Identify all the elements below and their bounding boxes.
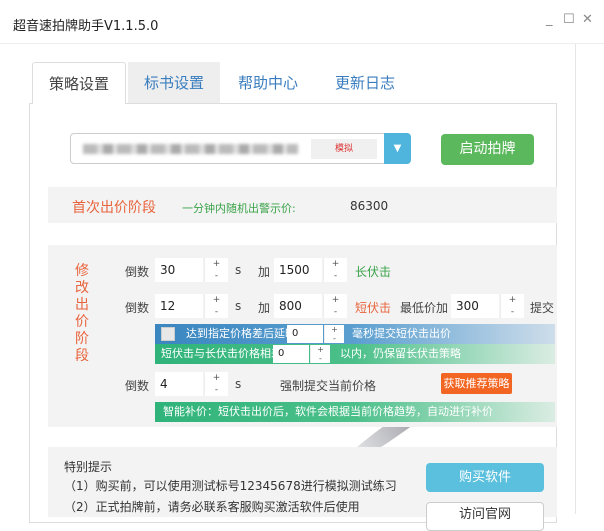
tab-bid-settings[interactable]: 标书设置 (128, 62, 220, 104)
chevron-down-icon[interactable]: ▼ (384, 133, 411, 164)
unit-label: s (235, 377, 242, 391)
diff-stepper[interactable]: + - (310, 345, 330, 363)
add-label: 加 (258, 301, 271, 315)
min-add-input[interactable]: 300 (451, 294, 499, 318)
tab-help[interactable]: 帮助中心 (228, 62, 308, 104)
stepper-2[interactable]: + - (323, 258, 347, 282)
title-bar: 超音速拍牌助手V1.1.5.0 _ ☐ ✕ (0, 0, 604, 44)
minus-button[interactable]: - (205, 306, 228, 318)
min-add-label: 最低价加 (400, 301, 449, 315)
submit-label: 提交 (530, 301, 555, 315)
warning-price: 86300 (350, 199, 389, 213)
account-select[interactable]: 模拟 ▼ (70, 133, 411, 164)
plus-button[interactable]: + (324, 258, 347, 270)
force-submit-label: 强制提交当前价格 (280, 379, 377, 393)
smart-bid-bar: 智能补价：短伏击出价后，软件会根据当前价格趋势，自动进行补价 (155, 402, 555, 422)
delay-input[interactable]: 0 (287, 325, 323, 343)
delay-bar: 达到指定价格差后延时 0 + - 毫秒提交短伏击出价 (155, 324, 555, 344)
maximize-button[interactable]: ☐ (563, 12, 575, 27)
visit-website-button[interactable]: 访问官网 (426, 502, 544, 531)
window-title: 超音速拍牌助手V1.1.5.0 (13, 19, 159, 34)
plus-button[interactable]: + (325, 325, 344, 334)
diff-bar: 短伏击与长伏击价格相差 0 + - 以内，仍保留长伏击策略 (155, 344, 555, 364)
minus-button[interactable]: - (501, 306, 524, 318)
plus-button[interactable]: + (205, 294, 228, 306)
stepper-4[interactable]: + - (323, 294, 347, 318)
first-stage-section: 首次出价阶段 一分钟内随机出警示价: 86300 (48, 187, 557, 223)
tab-changelog[interactable]: 更新日志 (325, 62, 405, 104)
modify-stage-label: 修改出价阶段 (75, 263, 89, 364)
tab-strategy[interactable]: 策略设置 (32, 62, 126, 104)
long-ambush-label: 长伏击 (355, 265, 392, 279)
stepper-1[interactable]: + - (204, 258, 228, 282)
first-stage-label: 首次出价阶段 (72, 200, 156, 216)
start-button[interactable]: 启动拍牌 (441, 134, 534, 165)
tip-line: （1）购买前，可以使用测试标号12345678进行模拟测试练习 (64, 479, 397, 493)
plus-button[interactable]: + (324, 294, 347, 306)
plus-button[interactable]: + (501, 294, 524, 306)
plus-button[interactable]: + (205, 258, 228, 270)
close-button[interactable]: ✕ (582, 12, 593, 27)
minus-button[interactable]: - (324, 306, 347, 318)
tips-section: 特别提示 （1）购买前，可以使用测试标号12345678进行模拟测试练习 （2）… (48, 447, 557, 531)
diff-input[interactable]: 0 (273, 345, 309, 363)
delay-text: 达到指定价格差后延时 (186, 327, 296, 340)
delay-text-suffix: 毫秒提交短伏击出价 (352, 327, 451, 340)
blurred-account (83, 144, 298, 154)
recommend-strategy-button[interactable]: 获取推荐策略 (441, 373, 512, 394)
stepper-5[interactable]: + - (500, 294, 524, 318)
unit-label: s (235, 263, 242, 277)
add-label: 加 (258, 265, 271, 279)
countdown-label: 倒数 (125, 379, 150, 393)
delay-checkbox[interactable] (161, 327, 175, 341)
countdown-label: 倒数 (125, 265, 150, 279)
diff-text-suffix: 以内，仍保留长伏击策略 (340, 347, 461, 360)
first-stage-tip: 一分钟内随机出警示价: (182, 202, 296, 215)
add-input-2[interactable]: 800 (274, 294, 322, 318)
tips-heading: 特别提示 (64, 460, 113, 474)
delay-stepper[interactable]: + - (324, 325, 344, 343)
divider (575, 44, 576, 514)
minimize-button[interactable]: _ (546, 12, 553, 27)
minus-button[interactable]: - (325, 334, 344, 343)
modify-stage-section: 修改出价阶段 倒数 30 + - s 加 1500 + - 长伏击 倒数 12 + -… (48, 245, 557, 427)
countdown-input-3[interactable]: 4 (155, 372, 203, 396)
stepper-6[interactable]: + - (204, 372, 228, 396)
minus-button[interactable]: - (205, 384, 228, 396)
diff-text: 短伏击与长伏击价格相差 (161, 347, 282, 360)
short-ambush-label: 短伏击 (355, 301, 392, 315)
minus-button[interactable]: - (205, 270, 228, 282)
countdown-input-1[interactable]: 30 (155, 258, 203, 282)
add-input-1[interactable]: 1500 (274, 258, 322, 282)
minus-button[interactable]: - (311, 354, 330, 363)
plus-button[interactable]: + (311, 345, 330, 354)
plus-button[interactable]: + (205, 372, 228, 384)
countdown-label: 倒数 (125, 301, 150, 315)
buy-software-button[interactable]: 购买软件 (426, 463, 544, 492)
unit-label: s (235, 299, 242, 313)
stepper-3[interactable]: + - (204, 294, 228, 318)
countdown-input-2[interactable]: 12 (155, 294, 203, 318)
mode-badge: 模拟 (311, 139, 377, 159)
minus-button[interactable]: - (324, 270, 347, 282)
tip-line: （2）正式拍牌前，请务必联系客服购买激活软件后使用 (64, 500, 360, 514)
